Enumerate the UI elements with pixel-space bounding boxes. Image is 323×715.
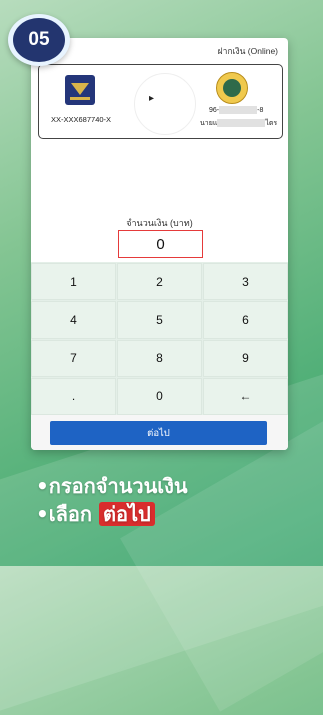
key-6[interactable]: 6 xyxy=(203,301,288,339)
key-3[interactable]: 3 xyxy=(203,263,288,301)
instruction-line-1: •กรอกจำนวนเงิน xyxy=(36,474,188,498)
masked-digits xyxy=(219,106,258,114)
destination-account-number: 96- -8 xyxy=(209,106,264,114)
arrow-right-icon: ▸ xyxy=(149,93,155,104)
amount-label: จำนวนเงิน (บาท) xyxy=(126,218,193,228)
key-2[interactable]: 2 xyxy=(117,263,202,301)
instructions: •กรอกจำนวนเงิน •เลือก ต่อไป xyxy=(36,472,188,528)
amount-input[interactable]: 0 xyxy=(118,230,203,258)
destination-account-name: นายแ ไตร xyxy=(200,119,278,128)
bottom-action-bar: ต่อไป xyxy=(31,415,288,450)
card-watermark xyxy=(134,73,196,135)
masked-name xyxy=(217,119,266,128)
key-8[interactable]: 8 xyxy=(117,339,202,377)
transfer-card: XX-XXX687740-X ▸ 96- -8 นายแ ไตร xyxy=(38,64,283,139)
source-account-number: XX-XXX687740-X xyxy=(51,115,112,124)
key-0[interactable]: 0 xyxy=(117,377,202,415)
key-7[interactable]: 7 xyxy=(31,339,116,377)
numeric-keypad: 1 2 3 4 5 6 7 8 9 . 0 ← xyxy=(31,262,288,416)
next-button[interactable]: ต่อไป xyxy=(50,421,267,445)
key-1[interactable]: 1 xyxy=(31,263,116,301)
key-decimal[interactable]: . xyxy=(31,377,116,415)
instruction-line-2: •เลือก ต่อไป xyxy=(36,500,188,528)
phone-screen: ฝากเงิน (Online) XX-XXX687740-X ▸ 96- -8 … xyxy=(31,38,288,450)
destination-institution-logo-icon xyxy=(216,72,248,104)
source-bank-logo-icon xyxy=(65,75,95,105)
key-9[interactable]: 9 xyxy=(203,339,288,377)
key-5[interactable]: 5 xyxy=(117,301,202,339)
backspace-icon[interactable]: ← xyxy=(203,377,288,415)
key-4[interactable]: 4 xyxy=(31,301,116,339)
highlighted-action-text: ต่อไป xyxy=(98,502,155,526)
step-badge: 05 xyxy=(8,14,70,66)
screen-title: ฝากเงิน (Online) xyxy=(217,46,278,56)
step-number: 05 xyxy=(13,18,65,62)
